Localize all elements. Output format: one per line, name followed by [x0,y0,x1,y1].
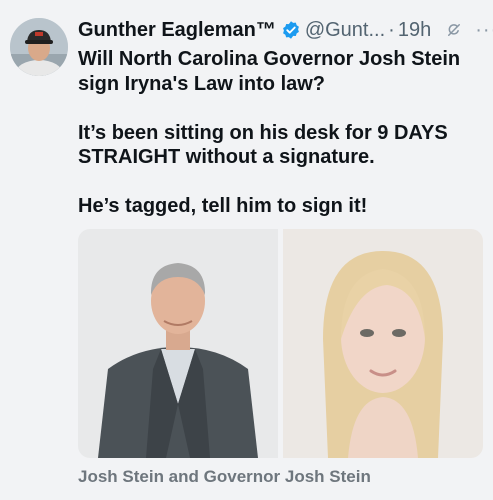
media-grid [78,229,483,458]
tweet-paragraph: It’s been sitting on his desk for 9 DAYS… [78,121,448,169]
media-caption: Josh Stein and Governor Josh Stein [78,467,371,486]
tweet-paragraph: Will North Carolina Governor Josh Stein … [78,48,461,95]
avatar[interactable] [10,18,68,76]
more-icon[interactable]: ··· [475,19,493,42]
tweet-paragraph: He’s tagged, tell him to sign it! [78,195,368,217]
separator-dot: · [388,18,395,41]
tweet-text: Will North Carolina Governor Josh Stein … [78,47,481,243]
author-name[interactable]: Gunther Eagleman™ [78,19,276,42]
verified-badge-icon [281,20,301,40]
grok-icon[interactable] [445,21,463,39]
media-photo-right[interactable] [283,229,483,458]
author-handle[interactable]: @Gunt... [305,19,385,42]
tweet-header: Gunther Eagleman™ @Gunt... · 19h ··· [78,16,493,44]
media-photo-left[interactable] [78,229,278,458]
timestamp[interactable]: 19h [398,19,431,42]
